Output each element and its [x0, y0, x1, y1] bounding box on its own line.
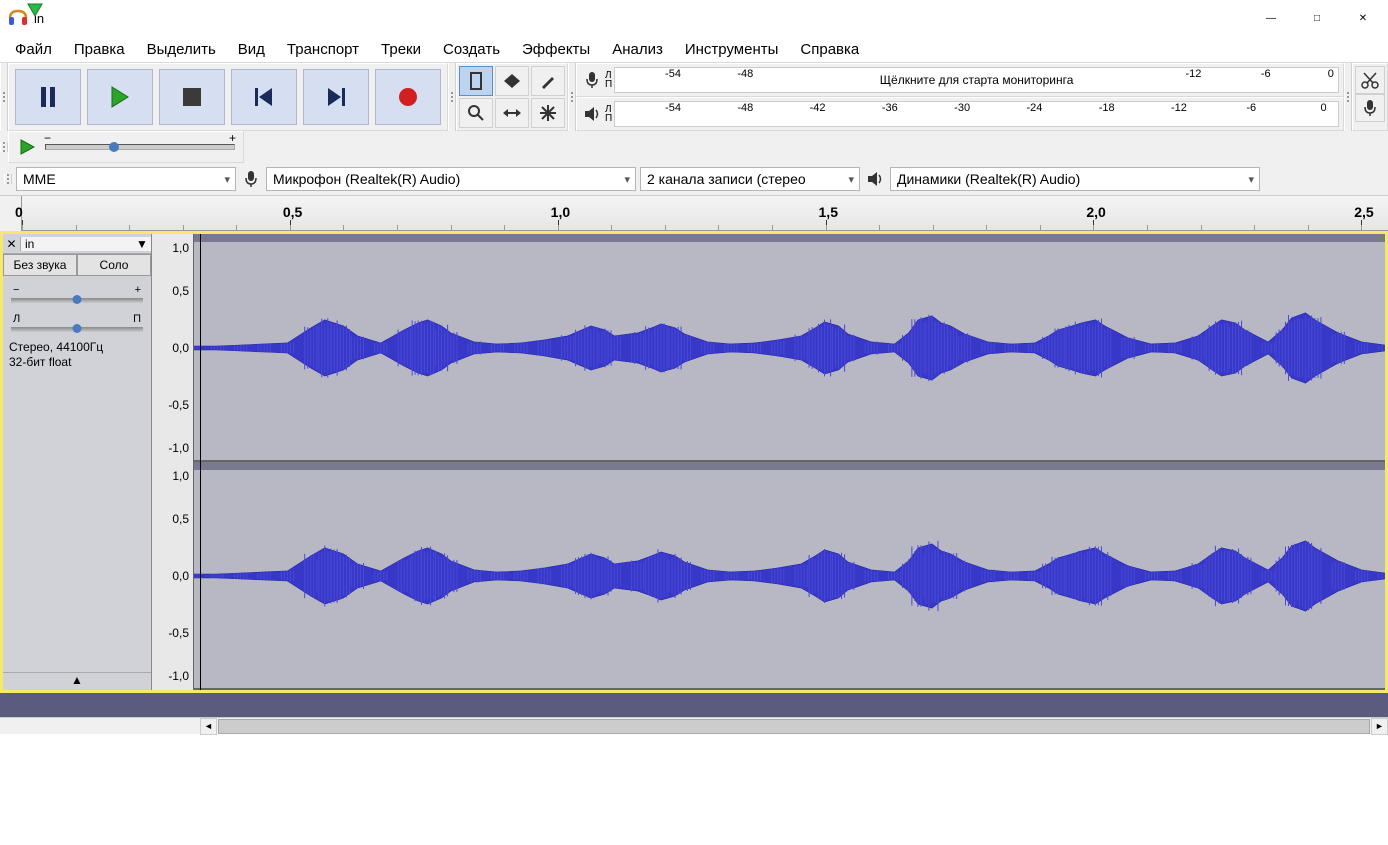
clip-handle[interactable]	[194, 462, 1385, 470]
toolbar-grip[interactable]	[0, 63, 8, 131]
toolbar-grip[interactable]	[0, 142, 8, 152]
horizontal-scrollbar[interactable]: ◄ ►	[0, 717, 1388, 734]
cut-icon[interactable]	[1355, 66, 1385, 94]
track-close-button[interactable]: ✕	[3, 237, 21, 251]
zoom-tool[interactable]	[459, 98, 493, 128]
pan-slider[interactable]	[11, 327, 143, 332]
slider-minus-label: −	[44, 131, 51, 145]
tools-toolbar	[456, 63, 568, 131]
timeshift-tool[interactable]	[495, 98, 529, 128]
menu-file[interactable]: Файл	[4, 39, 63, 60]
audio-host-select[interactable]: MME	[16, 167, 236, 191]
record-button[interactable]	[375, 69, 441, 125]
titlebar: in — □ ✕	[0, 0, 1388, 36]
app-logo-icon	[8, 8, 28, 28]
playback-cursor[interactable]	[200, 234, 201, 690]
pause-button[interactable]	[15, 69, 81, 125]
track-area: ✕ in ▼ Без звука Соло −+ ЛП Стерео, 4410…	[0, 231, 1388, 693]
menu-analyze[interactable]: Анализ	[601, 39, 674, 60]
toolbar-grip[interactable]	[448, 63, 456, 131]
menu-edit[interactable]: Правка	[63, 39, 136, 60]
empty-track-area[interactable]	[0, 693, 1388, 717]
play-button[interactable]	[87, 69, 153, 125]
transport-toolbar	[8, 63, 448, 131]
mic-icon[interactable]	[581, 71, 603, 89]
waveform-left-channel[interactable]	[194, 234, 1385, 462]
menu-help[interactable]: Справка	[789, 39, 870, 60]
toolbar-grip[interactable]	[4, 174, 12, 184]
menu-tools[interactable]: Инструменты	[674, 39, 790, 60]
pin-playhead-icon[interactable]	[26, 2, 44, 20]
clip-handle[interactable]	[194, 234, 1385, 242]
playback-meter[interactable]: -54 -48 -42 -36 -30 -24 -18 -12 -6 0	[614, 101, 1339, 127]
stop-button[interactable]	[159, 69, 225, 125]
close-button[interactable]: ✕	[1340, 2, 1386, 34]
meter-lp-labels: ЛП	[605, 71, 612, 89]
maximize-button[interactable]: □	[1294, 2, 1340, 34]
menubar: Файл Правка Выделить Вид Транспорт Треки…	[0, 36, 1388, 62]
vertical-scale[interactable]: 1,00,50,0-0,5-1,0 1,00,50,0-0,5-1,0	[152, 234, 194, 690]
track-info: Стерео, 44100Гц 32-бит float	[3, 334, 151, 376]
recording-meter[interactable]: -54 -48 Щёлкните для старта мониторинга …	[614, 67, 1339, 93]
mute-button[interactable]: Без звука	[3, 254, 77, 276]
minimize-button[interactable]: —	[1248, 2, 1294, 34]
menu-view[interactable]: Вид	[227, 39, 276, 60]
slider-plus-label: +	[229, 131, 236, 145]
gain-slider[interactable]	[11, 298, 143, 303]
menu-effects[interactable]: Эффекты	[511, 39, 601, 60]
track-menu-button[interactable]: ▼	[133, 237, 151, 251]
scroll-left-button[interactable]: ◄	[200, 718, 217, 735]
draw-tool[interactable]	[531, 66, 565, 96]
timeline-ruler[interactable]: 00,51,01,52,02,5	[0, 195, 1388, 231]
scroll-thumb[interactable]	[218, 719, 1370, 734]
waveform-right-channel[interactable]	[194, 462, 1385, 690]
playback-speed-slider[interactable]: − +	[45, 144, 235, 150]
play-at-speed-toolbar: − +	[8, 131, 244, 163]
skip-start-button[interactable]	[231, 69, 297, 125]
mic-setup-icon[interactable]	[1355, 94, 1385, 122]
speaker-icon[interactable]	[581, 107, 603, 121]
menu-generate[interactable]: Создать	[432, 39, 511, 60]
toolbar-grip[interactable]	[568, 63, 576, 131]
recording-channels-select[interactable]: 2 канала записи (стерео	[640, 167, 860, 191]
solo-button[interactable]: Соло	[77, 254, 151, 276]
meter-click-hint: Щёлкните для старта мониторинга	[880, 73, 1074, 87]
meter-lp-labels: ЛП	[605, 105, 612, 123]
recording-device-select[interactable]: Микрофон (Realtek(R) Audio)	[266, 167, 636, 191]
playback-device-select[interactable]: Динамики (Realtek(R) Audio)	[890, 167, 1260, 191]
menu-select[interactable]: Выделить	[136, 39, 227, 60]
play-at-speed-button[interactable]	[17, 136, 39, 158]
scroll-right-button[interactable]: ►	[1371, 718, 1388, 735]
mic-icon	[240, 170, 262, 188]
speaker-icon	[864, 172, 886, 186]
toolbar-grip[interactable]	[1344, 63, 1352, 131]
menu-transport[interactable]: Транспорт	[276, 39, 370, 60]
multi-tool[interactable]	[531, 98, 565, 128]
menu-tracks[interactable]: Треки	[370, 39, 432, 60]
envelope-tool[interactable]	[495, 66, 529, 96]
selection-tool[interactable]	[459, 66, 493, 96]
track-control-panel: ✕ in ▼ Без звука Соло −+ ЛП Стерео, 4410…	[3, 234, 152, 690]
track-collapse-button[interactable]: ▲	[3, 672, 151, 690]
track-name[interactable]: in	[21, 237, 133, 251]
skip-end-button[interactable]	[303, 69, 369, 125]
